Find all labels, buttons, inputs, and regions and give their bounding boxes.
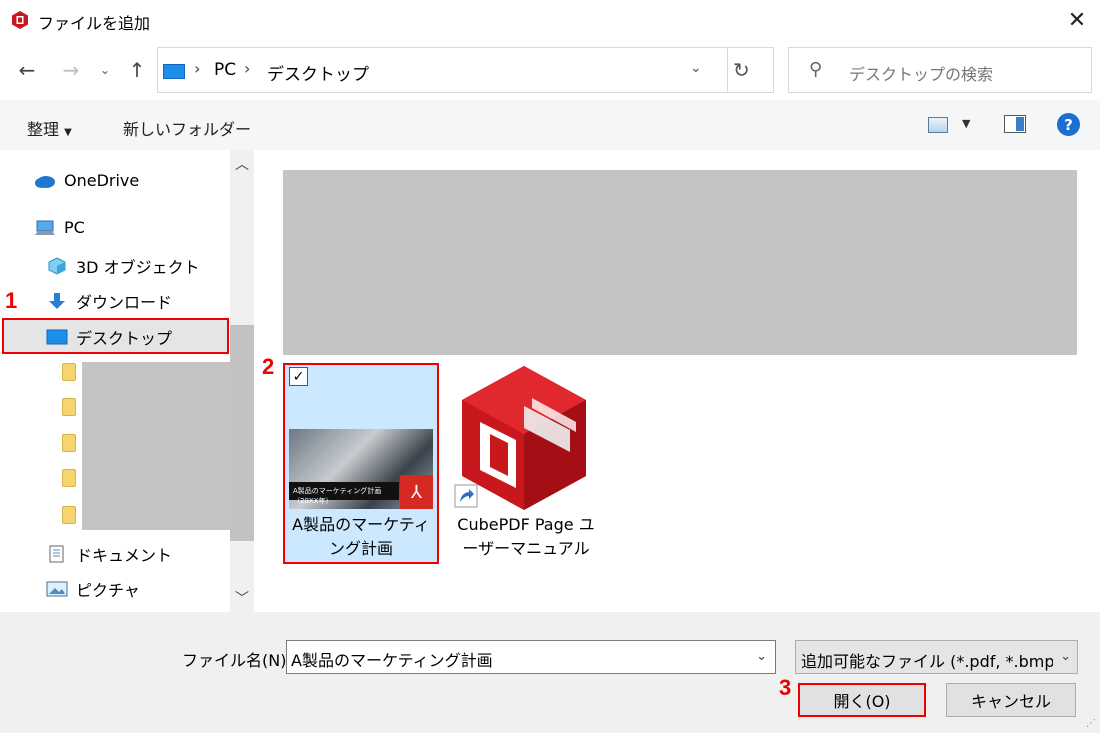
cloud-icon xyxy=(35,175,55,188)
title-bar: ファイルを追加 ✕ xyxy=(0,0,1100,40)
window-title: ファイルを追加 xyxy=(38,14,151,33)
filename-label: ファイル名(N): xyxy=(182,651,292,670)
search-box[interactable]: ⚲ デスクトップの検索 xyxy=(788,47,1092,93)
breadcrumb-desktop[interactable]: デスクトップ xyxy=(267,60,369,85)
redacted-files xyxy=(283,170,1077,355)
file-type-value: 追加可能なファイル (*.pdf, *.bmp, xyxy=(801,652,1053,671)
open-button[interactable]: 開く(O) xyxy=(798,683,926,717)
file-name-label[interactable]: CubePDF Page ユーザーマニュアル xyxy=(446,513,606,561)
new-folder-button[interactable]: 新しいフォルダー xyxy=(123,116,251,140)
dropdown-arrow-icon[interactable]: ▼ xyxy=(962,117,970,130)
sidebar-item-documents[interactable]: ドキュメント xyxy=(46,542,172,566)
organize-button[interactable]: 整理 ▼ xyxy=(27,116,72,140)
search-placeholder: デスクトップの検索 xyxy=(849,65,994,84)
refresh-icon[interactable]: ↻ xyxy=(733,58,750,82)
preview-pane-icon[interactable] xyxy=(1004,115,1026,133)
scrollbar-thumb[interactable] xyxy=(230,325,254,541)
address-dropdown-icon[interactable]: ⌄ xyxy=(690,60,702,76)
step-marker-1: 1 xyxy=(5,288,18,313)
chevron-down-icon: ⌄ xyxy=(1060,649,1071,664)
chevron-right-icon: › xyxy=(194,59,201,78)
acrobat-pdf-icon: ⅄ xyxy=(400,475,433,509)
close-icon: ✕ xyxy=(1067,7,1087,33)
arrow-up-icon: ↑ xyxy=(128,58,146,82)
folder-icon[interactable] xyxy=(62,506,76,524)
checkbox-checked-icon[interactable]: ✓ xyxy=(289,367,308,386)
desktop-folder-icon xyxy=(163,64,185,79)
folder-icon[interactable] xyxy=(62,434,76,452)
step-marker-2: 2 xyxy=(262,354,275,379)
resize-grip-icon[interactable]: ⋰ xyxy=(1086,718,1096,729)
address-bar[interactable]: › PC › デスクトップ ⌄ ↻ xyxy=(157,47,774,93)
step-marker-3: 3 xyxy=(779,675,792,700)
breadcrumb-pc[interactable]: PC xyxy=(214,60,236,80)
folder-icon[interactable] xyxy=(62,398,76,416)
recent-locations-button[interactable]: ⌄ xyxy=(96,58,114,82)
chevron-down-icon: ⌄ xyxy=(99,63,111,77)
shortcut-arrow-icon xyxy=(454,484,478,508)
sidebar-item-3d-objects[interactable]: 3D オブジェクト xyxy=(46,254,200,278)
cancel-button[interactable]: キャンセル xyxy=(946,683,1076,717)
file-name-label[interactable]: A製品のマーケティ ング計画 xyxy=(285,513,437,561)
thumbnail-caption: A製品のマーケティング計画（20XX年） xyxy=(289,482,399,505)
download-arrow-icon xyxy=(49,293,65,309)
chevron-right-icon: › xyxy=(244,59,251,78)
dropdown-arrow-icon: ▼ xyxy=(64,127,72,138)
cube-3d-icon xyxy=(48,257,66,275)
scroll-down-icon[interactable]: ﹀ xyxy=(230,586,254,610)
chevron-down-icon[interactable]: ⌄ xyxy=(756,649,767,664)
desktop-icon xyxy=(46,329,68,345)
folder-icon[interactable] xyxy=(62,363,76,381)
pdf-thumbnail: A製品のマーケティング計画（20XX年） ⅄ xyxy=(289,429,433,509)
up-button[interactable]: ↑ xyxy=(124,58,150,82)
sidebar-item-pictures[interactable]: ピクチャ xyxy=(46,577,140,601)
cubepdf-app-icon xyxy=(12,11,28,29)
divider xyxy=(727,48,728,92)
sidebar-item-desktop[interactable]: デスクトップ xyxy=(46,325,172,349)
picture-icon xyxy=(46,581,68,597)
file-type-select[interactable]: 追加可能なファイル (*.pdf, *.bmp, ⌄ xyxy=(795,640,1078,674)
scroll-up-icon[interactable]: ︿ xyxy=(230,152,254,176)
close-button[interactable]: ✕ xyxy=(1054,0,1100,40)
sidebar-scrollbar[interactable]: ︿ ﹀ xyxy=(230,150,254,612)
forward-button[interactable]: → xyxy=(58,58,84,82)
arrow-right-icon: → xyxy=(62,58,80,82)
view-options-icon[interactable] xyxy=(928,117,948,133)
arrow-left-icon: ← xyxy=(18,58,36,82)
document-icon xyxy=(49,545,64,563)
sidebar-item-pc[interactable]: PC xyxy=(34,218,85,237)
search-icon: ⚲ xyxy=(809,59,823,80)
sidebar-item-downloads[interactable]: ダウンロード xyxy=(46,289,172,313)
filename-value[interactable]: A製品のマーケティング計画 xyxy=(291,647,493,671)
back-button[interactable]: ← xyxy=(14,58,40,82)
computer-icon xyxy=(35,220,55,235)
filename-input[interactable]: A製品のマーケティング計画 ⌄ xyxy=(286,640,776,674)
sidebar-item-onedrive[interactable]: OneDrive xyxy=(34,171,139,190)
folder-icon[interactable] xyxy=(62,469,76,487)
help-icon[interactable]: ? xyxy=(1057,113,1080,136)
redacted-folder-names xyxy=(82,362,230,530)
